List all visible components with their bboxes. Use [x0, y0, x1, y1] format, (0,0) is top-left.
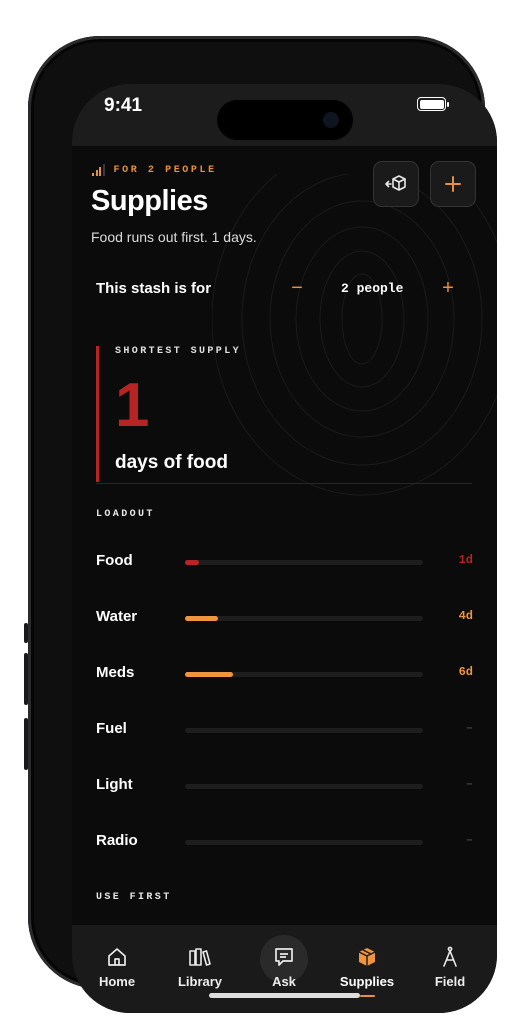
- tab-bar: Home Library Ask Supplies Field: [72, 925, 497, 1013]
- box-share-icon: [385, 175, 406, 191]
- header-eyebrow: FOR 2 PEOPLE: [92, 164, 217, 176]
- compass-icon: [443, 946, 457, 967]
- loadout-item-name: Radio: [96, 832, 138, 849]
- supply-bar-track: [185, 784, 423, 789]
- chat-icon: [275, 948, 293, 966]
- shortest-supply-label: SHORTEST SUPPLY: [115, 346, 242, 357]
- share-button[interactable]: [373, 161, 419, 207]
- home-icon: [108, 948, 126, 966]
- use-first-label: USE FIRST: [96, 892, 172, 903]
- loadout-item-value: –: [465, 721, 473, 735]
- loadout-row-food[interactable]: Food 1d: [96, 552, 473, 576]
- tab-field[interactable]: Field: [415, 945, 485, 989]
- tab-label: Ask: [272, 974, 296, 989]
- tab-label: Supplies: [339, 974, 395, 989]
- screen: 9:41 FOR 2 PEOPLE Supplies Food runs out…: [72, 84, 497, 1013]
- tab-home[interactable]: Home: [82, 945, 152, 989]
- loadout-row-radio[interactable]: Radio –: [96, 832, 473, 856]
- volume-down-button: [24, 718, 28, 770]
- page-subtitle: Food runs out first. 1 days.: [91, 229, 257, 245]
- loadout-item-name: Water: [96, 608, 138, 625]
- home-indicator: [209, 993, 360, 998]
- add-supply-button[interactable]: [430, 161, 476, 207]
- phone-frame: 9:41 FOR 2 PEOPLE Supplies Food runs out…: [24, 36, 497, 1013]
- tab-ask[interactable]: Ask: [249, 945, 319, 989]
- signal-icon: [92, 164, 105, 176]
- eyebrow-text: FOR 2 PEOPLE: [113, 164, 217, 176]
- loadout-item-value: 6d: [458, 665, 473, 679]
- loadout-item-value: –: [465, 777, 473, 791]
- stash-label: This stash is for: [96, 280, 212, 297]
- loadout-item-name: Food: [96, 552, 133, 569]
- mute-switch: [24, 623, 28, 643]
- supply-bar-track: [185, 728, 423, 733]
- loadout-item-name: Meds: [96, 664, 135, 681]
- status-time: 9:41: [104, 95, 143, 116]
- loadout-item-name: Fuel: [96, 720, 127, 737]
- tab-label: Library: [177, 974, 223, 989]
- loadout-label: LOADOUT: [96, 509, 155, 520]
- loadout-row-light[interactable]: Light –: [96, 776, 473, 800]
- people-count: 2 people: [341, 281, 404, 296]
- increase-people-button[interactable]: +: [438, 277, 458, 300]
- volume-up-button: [24, 653, 28, 705]
- plus-icon: [445, 176, 461, 192]
- tab-library[interactable]: Library: [165, 945, 235, 989]
- shortest-supply-value: 1: [115, 371, 150, 440]
- loadout-row-fuel[interactable]: Fuel –: [96, 720, 473, 744]
- tab-supplies[interactable]: Supplies: [332, 945, 402, 989]
- shortest-supply-card: SHORTEST SUPPLY 1 days of food: [96, 346, 475, 482]
- loadout-row-water[interactable]: Water 4d: [96, 608, 473, 632]
- loadout-item-value: –: [465, 833, 473, 847]
- supply-bar-track: [185, 840, 423, 845]
- box-icon: [358, 948, 376, 966]
- stash-size-control: This stash is for − 2 people +: [96, 277, 473, 304]
- supply-bar-fill: [185, 560, 200, 565]
- status-bar: 9:41: [72, 84, 497, 146]
- tab-label: Field: [434, 974, 466, 989]
- shortest-supply-unit: days of food: [115, 452, 228, 473]
- loadout-item-value: 1d: [458, 553, 473, 567]
- loadout-item-name: Light: [96, 776, 133, 793]
- active-tab-indicator: [360, 995, 375, 997]
- page-title: Supplies: [91, 185, 208, 217]
- decrease-people-button[interactable]: −: [287, 277, 307, 300]
- supply-bar-track: [185, 672, 423, 677]
- supply-bar-track: [185, 560, 423, 565]
- supply-bar-track: [185, 616, 423, 621]
- divider: [96, 483, 472, 484]
- supply-bar-fill: [185, 672, 233, 677]
- loadout-row-meds[interactable]: Meds 6d: [96, 664, 473, 688]
- dynamic-island: [217, 100, 353, 140]
- supply-bar-fill: [185, 616, 219, 621]
- library-icon: [189, 948, 211, 966]
- loadout-item-value: 4d: [458, 609, 473, 623]
- battery-icon: [417, 97, 449, 111]
- tab-label: Home: [98, 974, 136, 989]
